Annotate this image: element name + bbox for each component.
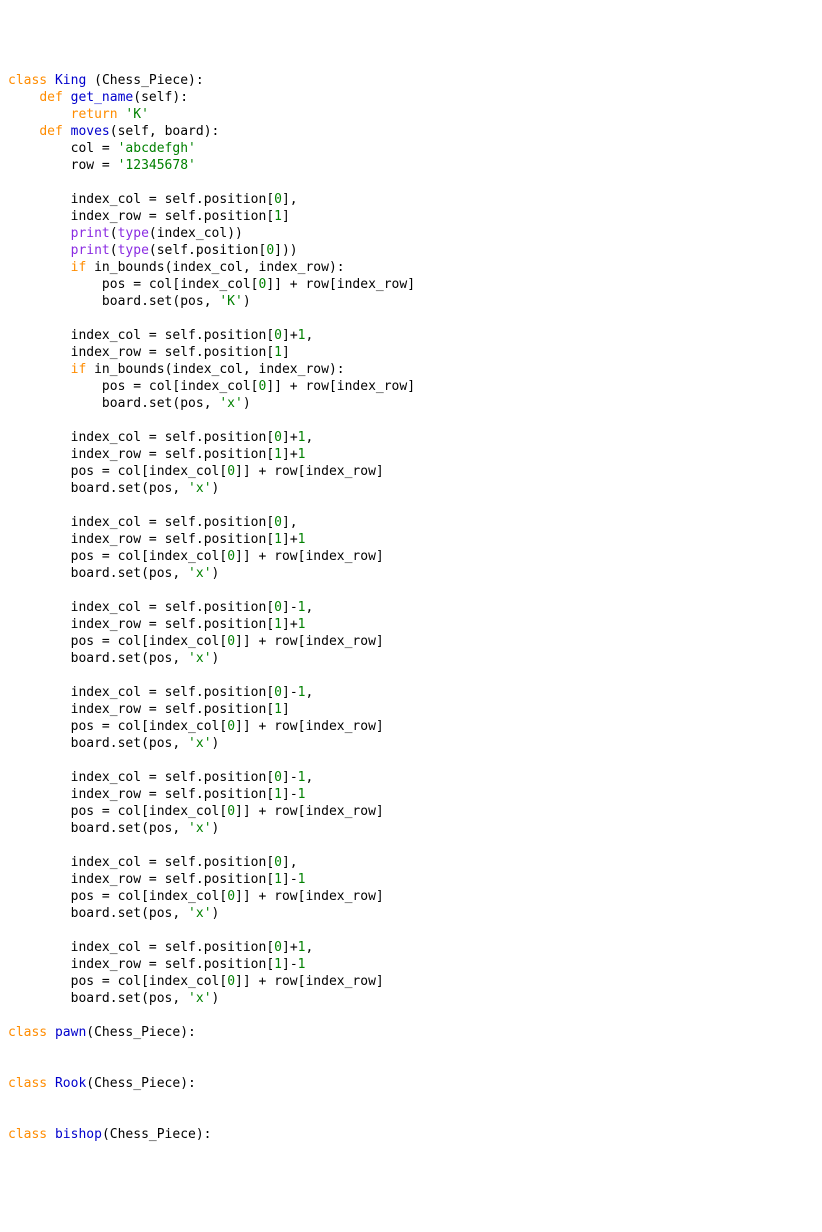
base-class: Chess_Piece	[102, 73, 188, 88]
builtin-print: print	[71, 243, 110, 258]
keyword-class: class	[8, 1025, 47, 1040]
keyword-return: return	[71, 107, 118, 122]
fn-moves: moves	[71, 124, 110, 139]
class-name-rook: Rook	[55, 1076, 86, 1091]
string-12345678: '12345678'	[118, 158, 196, 173]
fn-get-name: get_name	[71, 90, 134, 105]
param-board: board	[165, 124, 204, 139]
string-abcdefgh: 'abcdefgh'	[118, 141, 196, 156]
keyword-def: def	[39, 90, 62, 105]
base-class: Chess_Piece	[94, 1076, 180, 1091]
param-self: self	[141, 90, 172, 105]
keyword-class: class	[8, 1127, 47, 1142]
keyword-if: if	[71, 362, 87, 377]
builtin-type: type	[118, 243, 149, 258]
keyword-class: class	[8, 1076, 47, 1091]
base-class: Chess_Piece	[110, 1127, 196, 1142]
builtin-type: type	[118, 226, 149, 241]
class-name-bishop: bishop	[55, 1127, 102, 1142]
keyword-class: class	[8, 73, 47, 88]
base-class: Chess_Piece	[94, 1025, 180, 1040]
param-self: self	[118, 124, 149, 139]
builtin-print: print	[71, 226, 110, 241]
keyword-def: def	[39, 124, 62, 139]
class-name-king: King	[55, 73, 86, 88]
class-name-pawn: pawn	[55, 1025, 86, 1040]
keyword-if: if	[71, 260, 87, 275]
var-col: col	[71, 141, 94, 156]
var-row: row	[71, 158, 94, 173]
code-editor[interactable]: class King (Chess_Piece): def get_name(s…	[8, 72, 814, 1143]
string-K: 'K'	[125, 107, 148, 122]
